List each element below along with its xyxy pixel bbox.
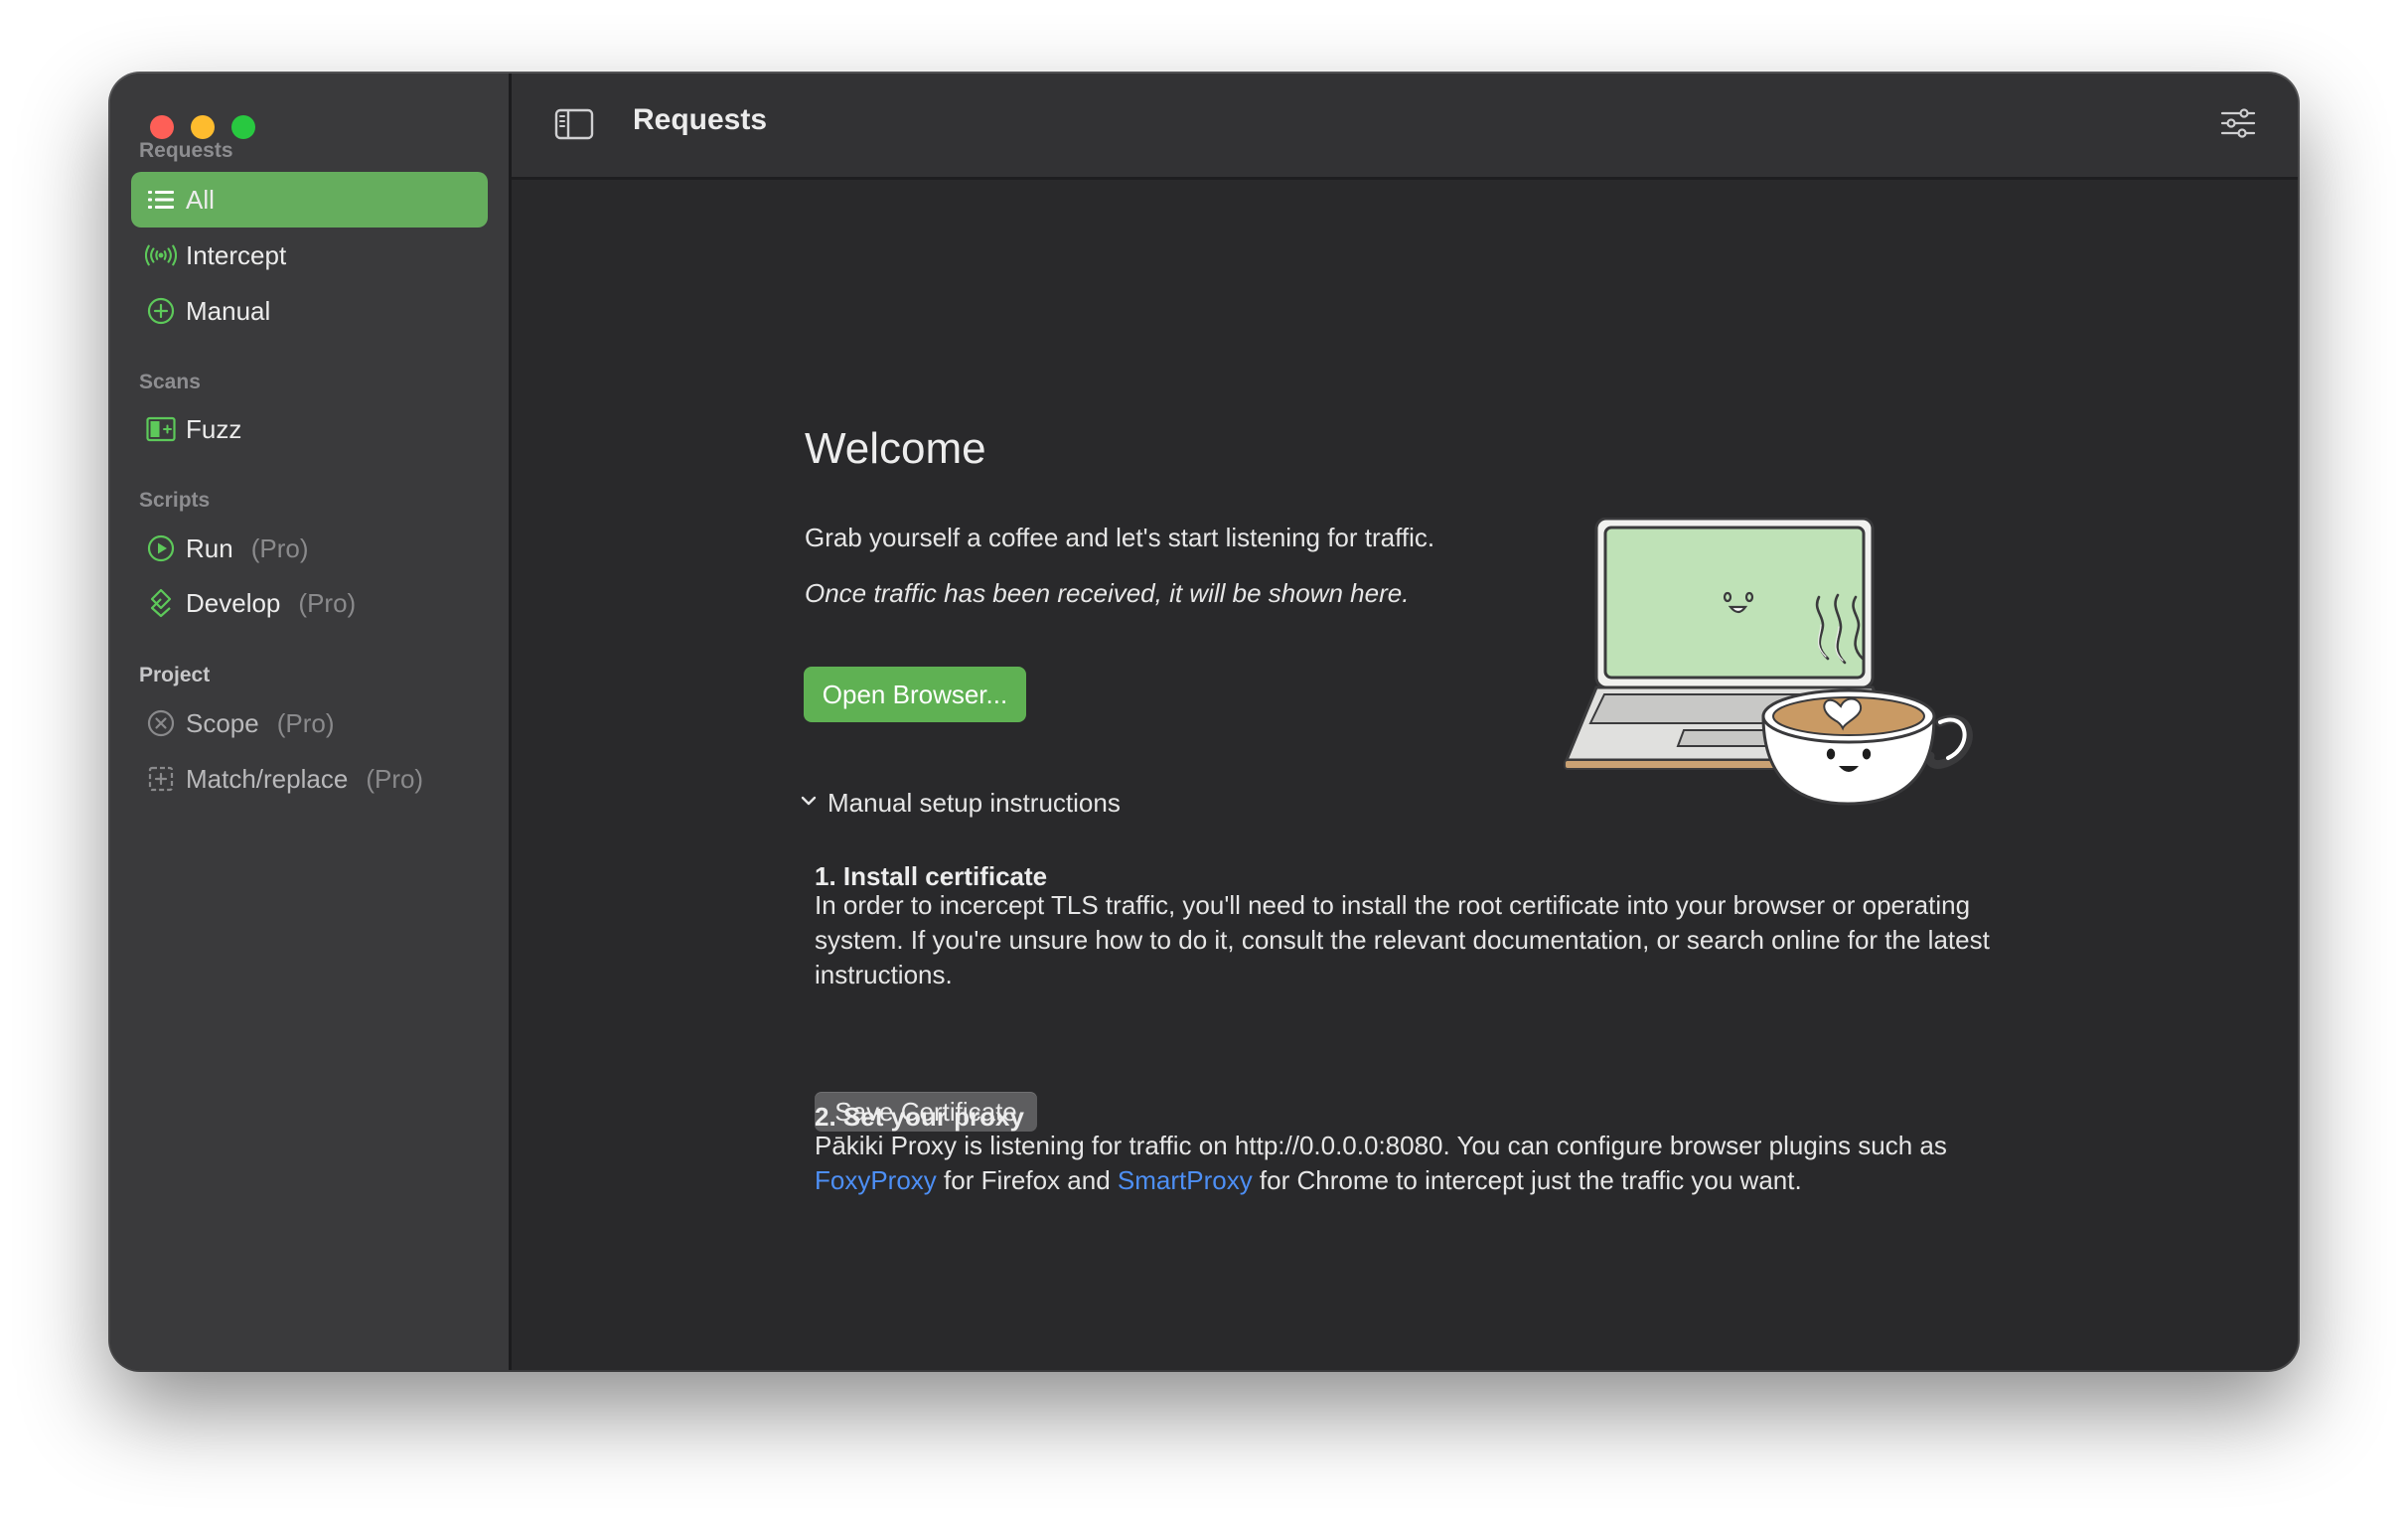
- section-label-project: Project: [139, 664, 211, 686]
- develop-icon: [145, 587, 177, 619]
- sidebar-item-scope[interactable]: Scope (Pro): [131, 695, 488, 751]
- sidebar-toggle-icon[interactable]: [554, 108, 594, 145]
- step2-text: Pākiki Proxy is listening for traffic on…: [815, 1129, 2027, 1198]
- welcome-heading: Welcome: [805, 424, 986, 473]
- broadcast-icon: [145, 239, 177, 271]
- sidebar-item-intercept[interactable]: Intercept: [131, 228, 488, 283]
- zoom-window-button[interactable]: [231, 115, 255, 139]
- section-label-scripts: Scripts: [139, 489, 211, 512]
- match-replace-icon: [145, 763, 177, 795]
- manual-setup-label: Manual setup instructions: [828, 788, 1121, 818]
- pro-badge: (Pro): [250, 532, 309, 563]
- sidebar: Requests All Intercept Manual Scans Fuzz: [110, 74, 512, 1370]
- sidebar-item-match-replace[interactable]: Match/replace (Pro): [131, 751, 488, 807]
- toolbar: Requests: [512, 74, 2298, 180]
- page-title: Requests: [633, 103, 768, 136]
- section-label-scans: Scans: [139, 371, 201, 393]
- x-circle-icon: [145, 707, 177, 739]
- app-window: Requests All Intercept Manual Scans Fuzz: [110, 74, 2298, 1370]
- plus-circle-icon: [145, 295, 177, 327]
- manual-setup-toggle[interactable]: Manual setup instructions: [800, 788, 1121, 819]
- filter-sliders-icon[interactable]: [2220, 107, 2256, 144]
- sidebar-item-label: Develop: [186, 587, 281, 618]
- section-label-requests: Requests: [139, 139, 233, 162]
- coffee-laptop-illustration: [1564, 518, 1973, 806]
- sidebar-item-all[interactable]: All: [131, 172, 488, 228]
- step2-text-part3: for Chrome to intercept just the traffic…: [1252, 1165, 1802, 1195]
- open-browser-button[interactable]: Open Browser...: [804, 667, 1026, 722]
- fuzz-icon: [145, 413, 177, 445]
- minimize-window-button[interactable]: [191, 115, 215, 139]
- chevron-down-icon: [800, 794, 818, 813]
- sidebar-item-label: Intercept: [186, 239, 287, 270]
- step2-text-part1: Pākiki Proxy is listening for traffic on…: [815, 1131, 1947, 1160]
- main-content: Welcome Grab yourself a coffee and let's…: [512, 180, 2298, 1370]
- sidebar-item-label: Fuzz: [186, 413, 242, 444]
- hint-text: Once traffic has been received, it will …: [805, 578, 1410, 608]
- step1-text: In order to incercept TLS traffic, you'l…: [815, 890, 1990, 989]
- sidebar-item-fuzz[interactable]: Fuzz: [131, 401, 488, 457]
- sidebar-item-manual[interactable]: Manual: [131, 283, 488, 339]
- smartproxy-link[interactable]: SmartProxy: [1118, 1165, 1253, 1195]
- pro-badge: (Pro): [298, 587, 357, 618]
- sidebar-item-label: Match/replace: [186, 763, 349, 794]
- window-controls: [150, 115, 255, 139]
- sidebar-item-label: Manual: [186, 295, 271, 326]
- sidebar-item-develop[interactable]: Develop (Pro): [131, 575, 488, 631]
- list-icon: [145, 184, 177, 216]
- pro-badge: (Pro): [276, 707, 335, 738]
- sidebar-item-run[interactable]: Run (Pro): [131, 521, 488, 576]
- sidebar-item-label: Scope: [186, 707, 259, 738]
- step2-text-part2: for Firefox and: [936, 1165, 1118, 1195]
- close-window-button[interactable]: [150, 115, 174, 139]
- sidebar-item-label: Run: [186, 532, 233, 563]
- foxyproxy-link[interactable]: FoxyProxy: [815, 1165, 937, 1195]
- intro-text: Grab yourself a coffee and let's start l…: [805, 523, 1435, 552]
- sidebar-item-label: All: [186, 184, 215, 215]
- pro-badge: (Pro): [366, 763, 424, 794]
- play-circle-icon: [145, 532, 177, 564]
